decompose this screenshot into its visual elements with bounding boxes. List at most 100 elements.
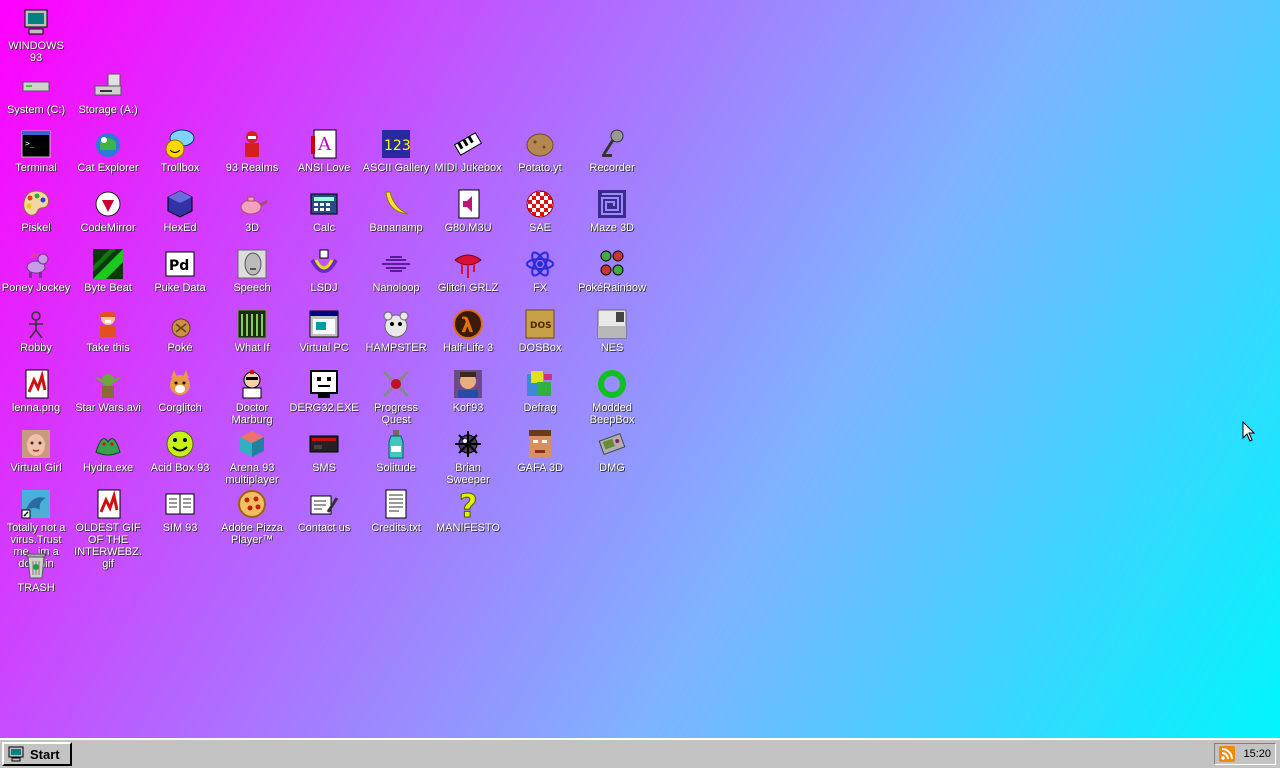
icon-manifesto[interactable]: ? MANIFESTO bbox=[432, 488, 504, 534]
icon-pokerainbow[interactable]: PokéRainbow bbox=[576, 248, 648, 294]
icon-poke[interactable]: Poké bbox=[144, 308, 216, 354]
icon-byte-beat[interactable]: Byte Beat bbox=[72, 248, 144, 294]
icon-modded-beepbox[interactable]: Modded BeepBox bbox=[576, 368, 648, 426]
arena-cube-icon bbox=[236, 428, 268, 460]
icon-puke-data[interactable]: Pd Puke Data bbox=[144, 248, 216, 294]
icon-oldest-gif[interactable]: OLDEST GIF OF THE INTERWEBZ.gif bbox=[72, 488, 144, 570]
lips-icon bbox=[452, 248, 484, 280]
icon-derg32-exe[interactable]: DERG32.EXE bbox=[288, 368, 360, 414]
icon-label: PokéRainbow bbox=[578, 282, 646, 294]
icon-recorder[interactable]: Recorder bbox=[576, 128, 648, 174]
icon-label: CodeMirror bbox=[80, 222, 136, 234]
icon-maze-3d[interactable]: Maze 3D bbox=[576, 188, 648, 234]
icon-lenna-png[interactable]: lenna.png bbox=[0, 368, 72, 414]
icon-credits-txt[interactable]: Credits.txt bbox=[360, 488, 432, 534]
icon-sae[interactable]: SAE bbox=[504, 188, 576, 234]
icon-system-c[interactable]: System (C:) bbox=[0, 70, 72, 116]
icon-half-life-3[interactable]: λ Half-Life 3 bbox=[432, 308, 504, 354]
computer-icon bbox=[8, 746, 24, 762]
icon-trollbox[interactable]: Trollbox bbox=[144, 128, 216, 174]
icon-windows-93[interactable]: WINDOWS 93 bbox=[0, 6, 72, 64]
mouse-cursor-icon bbox=[1242, 421, 1256, 442]
icon-label: OLDEST GIF OF THE INTERWEBZ.gif bbox=[74, 522, 142, 570]
desktop[interactable]: WINDOWS 93 System (C:) Storage (A:) >_ T… bbox=[0, 0, 1280, 738]
icon-label: Storage (A:) bbox=[78, 104, 138, 116]
icon-g80-m3u[interactable]: G80.M3U bbox=[432, 188, 504, 234]
icon-storage-a[interactable]: Storage (A:) bbox=[72, 70, 144, 116]
icon-dosbox[interactable]: DOS DOSBox bbox=[504, 308, 576, 354]
icon-what-if[interactable]: What If bbox=[216, 308, 288, 354]
palette-icon bbox=[20, 188, 52, 220]
icon-label: Trollbox bbox=[160, 162, 200, 174]
icon-sim-93[interactable]: SIM 93 bbox=[144, 488, 216, 534]
icon-contact-us[interactable]: Contact us bbox=[288, 488, 360, 534]
book-icon bbox=[164, 488, 196, 520]
icon-glitch-grlz[interactable]: Glitch GRLZ bbox=[432, 248, 504, 294]
icon-poney-jockey[interactable]: Poney Jockey bbox=[0, 248, 72, 294]
icon-adobe-pizza-player[interactable]: Adobe Pizza Player™ bbox=[216, 488, 288, 546]
icon-nes[interactable]: NES bbox=[576, 308, 648, 354]
pony-icon bbox=[20, 248, 52, 280]
icon-calc[interactable]: Calc bbox=[288, 188, 360, 234]
icon-nanoloop[interactable]: Nanoloop bbox=[360, 248, 432, 294]
icon-label: What If bbox=[234, 342, 270, 354]
icon-label: MANIFESTO bbox=[436, 522, 500, 534]
icon-corglitch[interactable]: Corglitch bbox=[144, 368, 216, 414]
icon-terminal[interactable]: >_ Terminal bbox=[0, 128, 72, 174]
icon-bananamp[interactable]: Bananamp bbox=[360, 188, 432, 234]
icon-acid-box-93[interactable]: Acid Box 93 bbox=[144, 428, 216, 474]
icon-defrag[interactable]: Defrag bbox=[504, 368, 576, 414]
drive-icon bbox=[20, 70, 52, 102]
svg-text:123: 123 bbox=[384, 138, 411, 154]
icon-label: Virtual PC bbox=[299, 342, 349, 354]
stickman-icon bbox=[20, 308, 52, 340]
icon-label: Half-Life 3 bbox=[442, 342, 494, 354]
icon-doctor-marburg[interactable]: Doctor Marburg bbox=[216, 368, 288, 426]
icon-label: Puke Data bbox=[154, 282, 206, 294]
icon-trash[interactable]: TRASH bbox=[0, 548, 72, 594]
icon-lsdj[interactable]: LSDJ bbox=[288, 248, 360, 294]
icon-piskel[interactable]: Piskel bbox=[0, 188, 72, 234]
pd-icon: Pd bbox=[164, 248, 196, 280]
icon-hexed[interactable]: HexEd bbox=[144, 188, 216, 234]
icon-3d[interactable]: 3D bbox=[216, 188, 288, 234]
icon-label: Contact us bbox=[297, 522, 351, 534]
icon-codemirror[interactable]: CodeMirror bbox=[72, 188, 144, 234]
icon-arena-93[interactable]: Arena 93 multiplayer bbox=[216, 428, 288, 486]
icon-ascii-gallery[interactable]: 123 ASCII Gallery bbox=[360, 128, 432, 174]
icon-hydra-exe[interactable]: Hydra.exe bbox=[72, 428, 144, 474]
icon-ansi-love[interactable]: A ANSI Love bbox=[288, 128, 360, 174]
dog-icon bbox=[164, 368, 196, 400]
icon-midi-jukebox[interactable]: MIDI Jukebox bbox=[432, 128, 504, 174]
poke-icon bbox=[164, 308, 196, 340]
icon-hampster[interactable]: HAMPSTER bbox=[360, 308, 432, 354]
start-label: Start bbox=[30, 746, 60, 762]
icon-brian-sweeper[interactable]: Brian Sweeper bbox=[432, 428, 504, 486]
icon-virtual-girl[interactable]: Virtual Girl bbox=[0, 428, 72, 474]
console-icon bbox=[308, 428, 340, 460]
icon-kof93[interactable]: Kof'93 bbox=[432, 368, 504, 414]
icon-virtual-pc[interactable]: Virtual PC bbox=[288, 308, 360, 354]
icon-label: Recorder bbox=[589, 162, 635, 174]
icon-solitude[interactable]: Solitude bbox=[360, 428, 432, 474]
bars-icon bbox=[236, 308, 268, 340]
icon-dmg[interactable]: DMG bbox=[576, 428, 648, 474]
pizza-icon bbox=[236, 488, 268, 520]
icon-progress-quest[interactable]: Progress Quest bbox=[360, 368, 432, 426]
icon-take-this[interactable]: Take this bbox=[72, 308, 144, 354]
icon-label: ASCII Gallery bbox=[362, 162, 430, 174]
icon-potato-yt[interactable]: Potato.yt bbox=[504, 128, 576, 174]
icon-fx[interactable]: FX bbox=[504, 248, 576, 294]
icon-sms[interactable]: SMS bbox=[288, 428, 360, 474]
gif-file-icon bbox=[92, 488, 124, 520]
trash-icon bbox=[20, 548, 52, 580]
icon-gafa-3d[interactable]: GAFA 3D bbox=[504, 428, 576, 474]
icon-93-realms[interactable]: 93 Realms bbox=[216, 128, 288, 174]
rss-feed-icon[interactable] bbox=[1219, 746, 1235, 762]
icon-cat-explorer[interactable]: Cat Explorer bbox=[72, 128, 144, 174]
clock[interactable]: 15:20 bbox=[1243, 748, 1271, 760]
icon-speech[interactable]: Speech bbox=[216, 248, 288, 294]
start-button[interactable]: Start bbox=[2, 742, 72, 766]
icon-star-wars-avi[interactable]: Star Wars.avi bbox=[72, 368, 144, 414]
icon-robby[interactable]: Robby bbox=[0, 308, 72, 354]
